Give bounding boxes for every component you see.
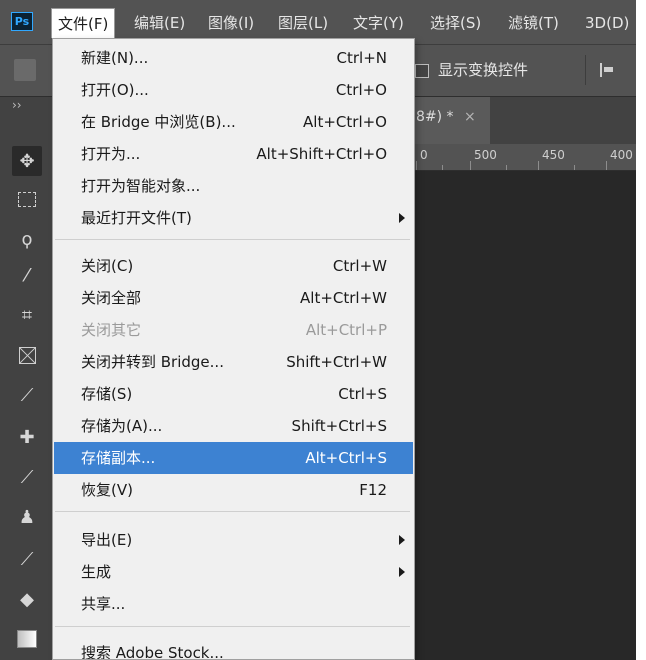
shortcut-label: Alt+Ctrl+S <box>305 449 387 467</box>
magic-wand-tool-icon[interactable]: ⁄ <box>16 264 38 286</box>
tools-panel: ✥ ϙ ⁄ ⌗ ⟋ ✚ ⟋ ♟ ⟋ ◆ <box>0 144 52 660</box>
submenu-arrow-icon <box>399 213 405 223</box>
move-tool-icon[interactable]: ✥ <box>12 146 42 176</box>
marquee-tool-icon[interactable] <box>16 188 38 210</box>
menu-item-save-as[interactable]: 存储为(A)... Shift+Ctrl+S <box>54 410 413 442</box>
menu-item-close[interactable]: 关闭(C) Ctrl+W <box>54 250 413 282</box>
panel-collapse-icon[interactable]: ›› <box>12 98 22 112</box>
eyedropper-tool-icon[interactable]: ⟋ <box>16 384 38 406</box>
history-brush-tool-icon[interactable]: ⟋ <box>16 548 38 570</box>
menu-item-save[interactable]: 存储(S) Ctrl+S <box>54 378 413 410</box>
submenu-arrow-icon <box>399 535 405 545</box>
document-canvas[interactable] <box>414 171 636 660</box>
shortcut-label: F12 <box>359 481 387 499</box>
shortcut-label: Alt+Shift+Ctrl+O <box>256 145 387 163</box>
shortcut-label: Ctrl+N <box>336 49 387 67</box>
shortcut-label: Alt+Ctrl+P <box>305 321 387 339</box>
options-divider <box>585 55 586 85</box>
menu-item-browse-in-bridge[interactable]: 在 Bridge 中浏览(B)... Alt+Ctrl+O <box>54 106 413 138</box>
menu-item-open[interactable]: 打开(O)... Ctrl+O <box>54 74 413 106</box>
menu-type[interactable]: 文字(Y) <box>347 12 410 34</box>
menu-item-search-adobe-stock[interactable]: 搜索 Adobe Stock... <box>54 633 413 659</box>
shortcut-label: Alt+Ctrl+W <box>300 289 387 307</box>
menu-file[interactable]: 文件(F) <box>51 8 116 38</box>
submenu-arrow-icon <box>399 567 405 577</box>
gradient-tool-icon[interactable] <box>16 628 38 650</box>
shortcut-label: Ctrl+W <box>332 257 387 275</box>
eraser-tool-icon[interactable]: ◆ <box>16 588 38 610</box>
menu-separator <box>55 626 410 627</box>
menu-item-share[interactable]: 共享... <box>54 588 413 620</box>
menu-edit[interactable]: 编辑(E) <box>128 12 191 34</box>
show-transform-checkbox[interactable] <box>415 64 429 78</box>
menu-separator <box>55 511 410 512</box>
menu-select[interactable]: 选择(S) <box>424 12 487 34</box>
shortcut-label: Alt+Ctrl+O <box>303 113 387 131</box>
ruler-label: 0 <box>420 148 428 162</box>
brush-tool-icon[interactable]: ⟋ <box>16 466 38 488</box>
menu-image[interactable]: 图像(I) <box>202 12 260 34</box>
document-tab-label: 8#) * <box>416 109 454 125</box>
menu-item-open-as-smart-object[interactable]: 打开为智能对象... <box>54 170 413 202</box>
menu-item-close-others: 关闭其它 Alt+Ctrl+P <box>54 314 413 346</box>
show-transform-label: 显示变换控件 <box>438 61 529 79</box>
menu-item-close-all[interactable]: 关闭全部 Alt+Ctrl+W <box>54 282 413 314</box>
healing-brush-tool-icon[interactable]: ✚ <box>16 426 38 448</box>
menu-item-generate[interactable]: 生成 <box>54 556 413 588</box>
shortcut-label: Shift+Ctrl+S <box>291 417 387 435</box>
tool-preset-icon[interactable] <box>14 59 36 81</box>
ruler-label: 500 <box>474 148 497 162</box>
lasso-tool-icon[interactable]: ϙ <box>16 228 38 250</box>
crop-tool-icon[interactable]: ⌗ <box>16 304 38 326</box>
clone-stamp-tool-icon[interactable]: ♟ <box>16 506 38 528</box>
menu-separator <box>55 239 410 240</box>
horizontal-ruler: 0 500 450 400 <box>414 144 636 171</box>
menu-item-new[interactable]: 新建(N)... Ctrl+N <box>54 42 413 74</box>
ruler-label: 450 <box>542 148 565 162</box>
shortcut-label: Ctrl+O <box>335 81 387 99</box>
menu-item-export[interactable]: 导出(E) <box>54 524 413 556</box>
align-left-edges-icon[interactable] <box>600 63 616 77</box>
frame-tool-icon[interactable] <box>16 344 38 366</box>
file-menu-dropdown: 新建(N)... Ctrl+N 打开(O)... Ctrl+O 在 Bridge… <box>52 38 415 660</box>
menu-item-save-a-copy[interactable]: 存储副本... Alt+Ctrl+S <box>54 442 413 474</box>
close-tab-icon[interactable]: × <box>464 109 476 125</box>
menu-item-revert[interactable]: 恢复(V) F12 <box>54 474 413 506</box>
menu-item-open-as[interactable]: 打开为... Alt+Shift+Ctrl+O <box>54 138 413 170</box>
menu-3d[interactable]: 3D(D) <box>579 12 635 34</box>
shortcut-label: Shift+Ctrl+W <box>286 353 387 371</box>
menu-filter[interactable]: 滤镜(T) <box>502 12 565 34</box>
photoshop-logo-icon: Ps <box>11 12 33 31</box>
menu-item-open-recent[interactable]: 最近打开文件(T) <box>54 202 413 234</box>
menu-item-close-and-go-to-bridge[interactable]: 关闭并转到 Bridge... Shift+Ctrl+W <box>54 346 413 378</box>
ruler-label: 400 <box>610 148 633 162</box>
shortcut-label: Ctrl+S <box>338 385 387 403</box>
menu-layer[interactable]: 图层(L) <box>272 12 334 34</box>
